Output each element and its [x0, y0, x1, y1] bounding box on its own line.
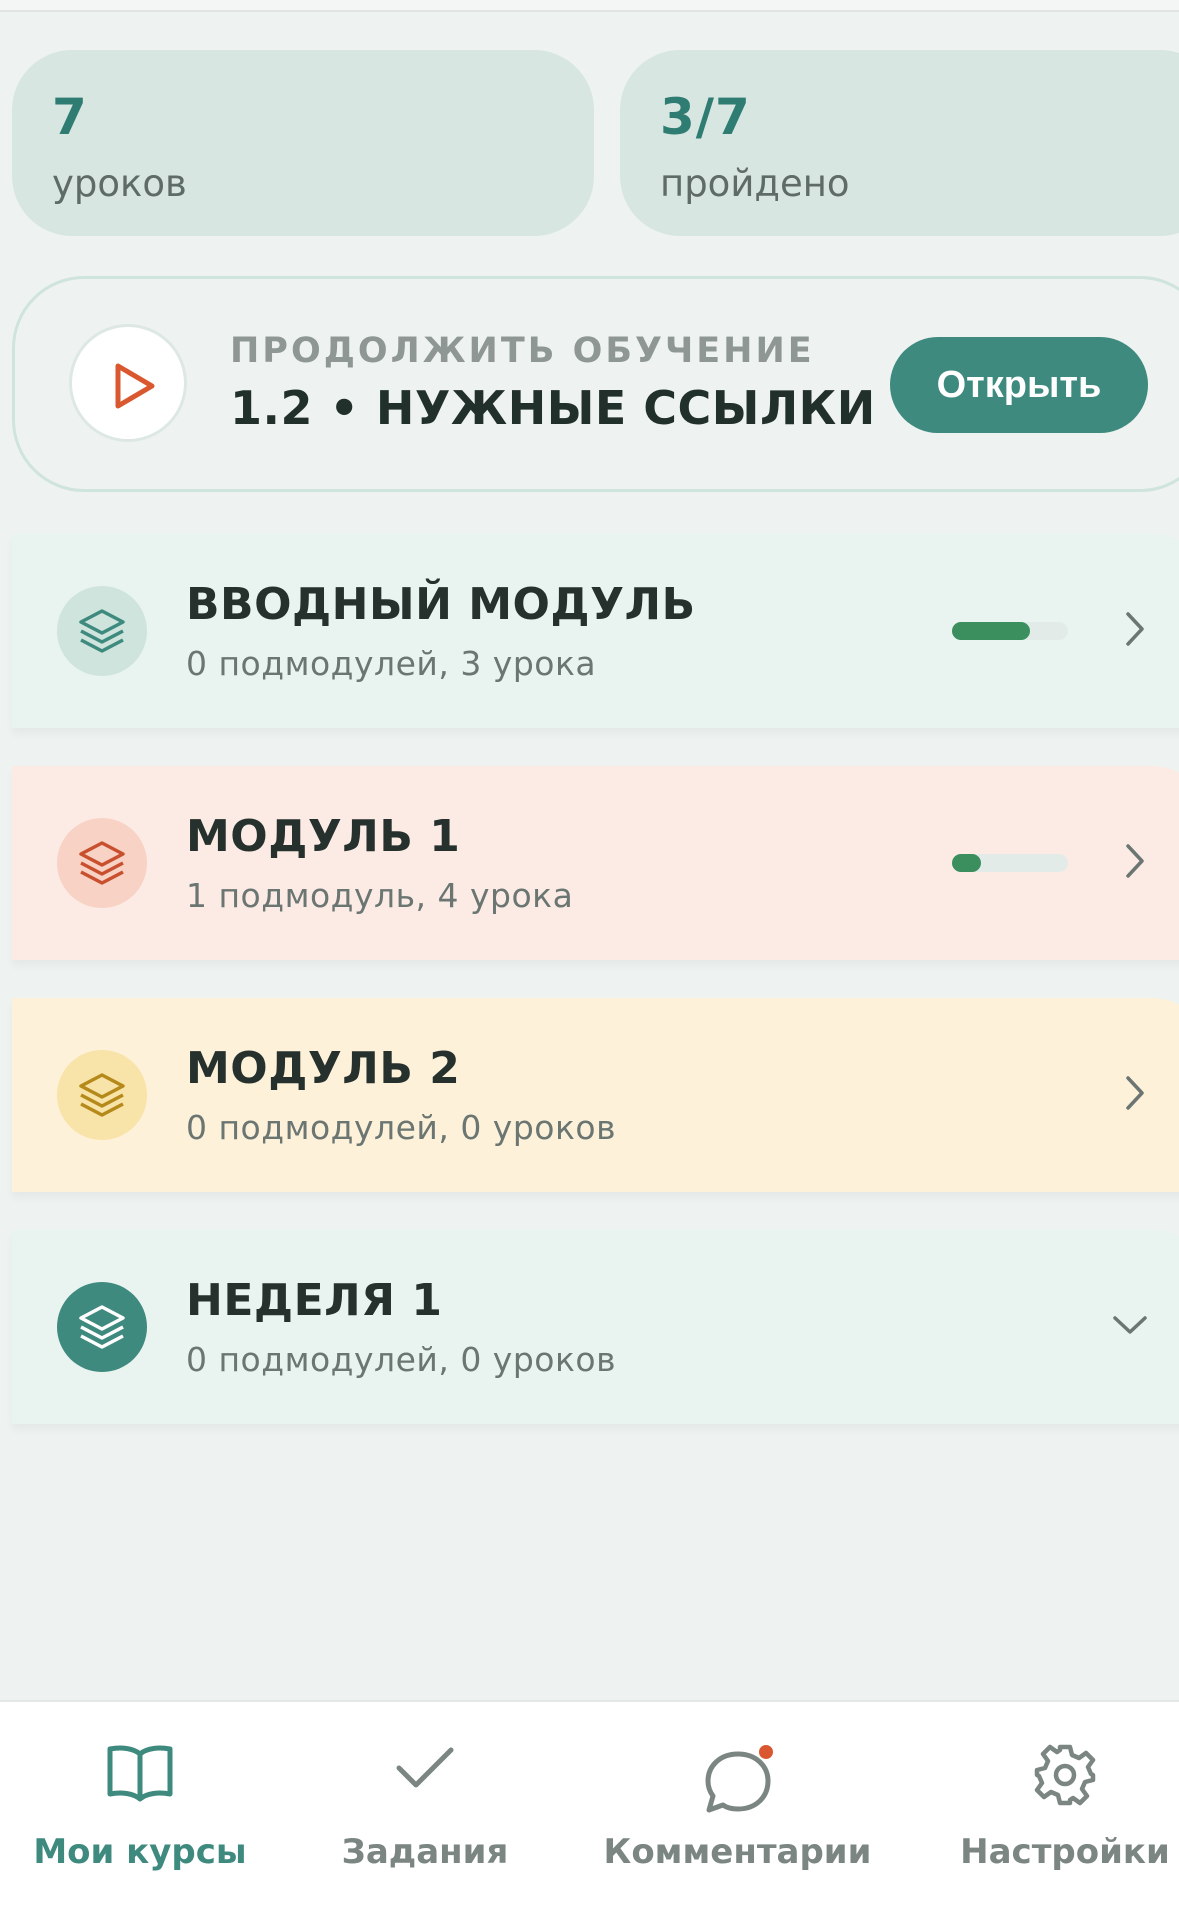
tab-tasks[interactable]: Задания	[310, 1702, 540, 1932]
module-progress-fill	[952, 854, 981, 872]
gear-icon	[1032, 1742, 1098, 1812]
module-subtitle: 0 подмодулей, 3 урока	[186, 644, 597, 683]
tab-my-courses[interactable]: Мои курсы	[20, 1702, 260, 1932]
chevron-down-icon[interactable]	[1110, 1302, 1150, 1352]
module-title: МОДУЛЬ 1	[186, 811, 461, 862]
chevron-right-icon[interactable]	[1122, 838, 1150, 888]
tab-comments[interactable]: Комментарии	[600, 1702, 875, 1932]
play-icon	[69, 324, 187, 442]
module-card[interactable]: ВВОДНЫЙ МОДУЛЬ 0 подмодулей, 3 урока	[12, 534, 1179, 728]
top-divider	[0, 0, 1179, 12]
notification-badge	[758, 1745, 773, 1759]
continue-label: ПРОДОЛЖИТЬ ОБУЧЕНИЕ	[230, 331, 815, 371]
bottom-tab-bar: Мои курсы Задания Комментарии Настройки	[0, 1700, 1179, 1932]
lessons-stat-card: 7 уроков	[12, 50, 594, 236]
lessons-count: 7	[52, 88, 88, 146]
module-subtitle: 1 подмодуль, 4 урока	[186, 876, 574, 915]
module-title: ВВОДНЫЙ МОДУЛЬ	[186, 579, 696, 630]
module-subtitle: 0 подмодулей, 0 уроков	[186, 1108, 617, 1147]
layers-icon	[57, 1282, 147, 1372]
module-title: НЕДЕЛЯ 1	[186, 1275, 443, 1326]
module-card[interactable]: НЕДЕЛЯ 1 0 подмодулей, 0 уроков	[12, 1230, 1179, 1424]
tab-label: Задания	[341, 1832, 509, 1872]
tab-settings[interactable]: Настройки	[955, 1702, 1175, 1932]
comment-icon	[698, 1742, 778, 1826]
layers-icon	[57, 1050, 147, 1140]
chevron-right-icon[interactable]	[1122, 1070, 1150, 1120]
open-button[interactable]: Открыть	[890, 337, 1148, 433]
completed-label: пройдено	[660, 162, 850, 205]
module-progress-bar	[952, 622, 1068, 640]
completed-count: 3/7	[660, 88, 751, 146]
tab-label: Настройки	[960, 1832, 1170, 1872]
layers-icon	[57, 818, 147, 908]
chevron-right-icon[interactable]	[1122, 606, 1150, 656]
module-progress-fill	[952, 622, 1030, 640]
completed-stat-card: 3/7 пройдено	[620, 50, 1179, 236]
layers-icon	[57, 586, 147, 676]
lessons-label: уроков	[52, 162, 187, 205]
module-progress-bar	[952, 854, 1068, 872]
continue-learning-card[interactable]: ПРОДОЛЖИТЬ ОБУЧЕНИЕ 1.2 • НУЖНЫЕ ССЫЛКИ …	[12, 276, 1179, 492]
module-card[interactable]: МОДУЛЬ 1 1 подмодуль, 4 урока	[12, 766, 1179, 960]
module-card[interactable]: МОДУЛЬ 2 0 подмодулей, 0 уроков	[12, 998, 1179, 1192]
module-title: МОДУЛЬ 2	[186, 1043, 461, 1094]
check-icon	[394, 1742, 456, 1796]
tab-label: Мои курсы	[33, 1832, 247, 1872]
book-icon	[105, 1742, 175, 1808]
continue-lesson-title: 1.2 • НУЖНЫЕ ССЫЛКИ	[230, 381, 876, 435]
module-subtitle: 0 подмодулей, 0 уроков	[186, 1340, 617, 1379]
tab-label: Комментарии	[603, 1832, 872, 1872]
